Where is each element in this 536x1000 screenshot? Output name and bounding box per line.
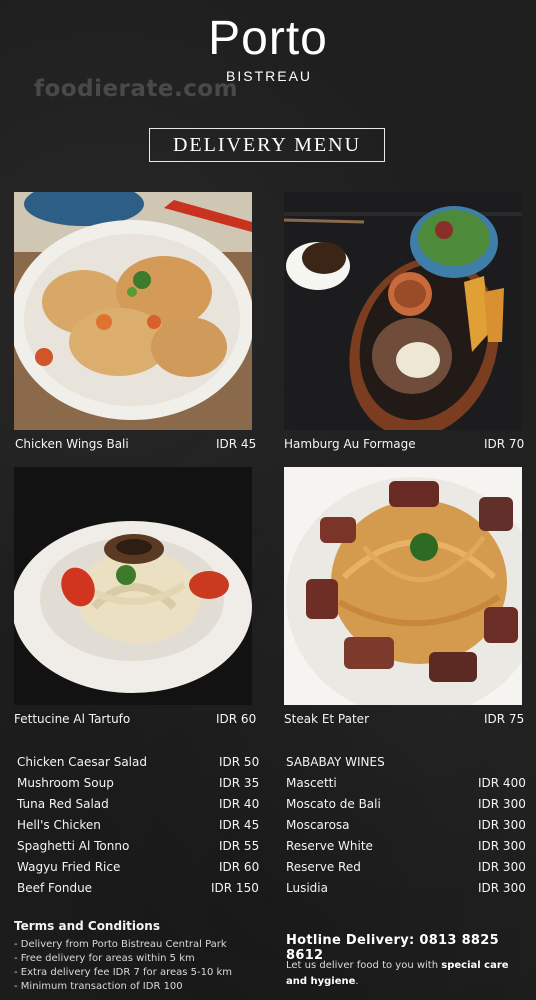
hamburg-photo [284,192,522,430]
brand-logo: Porto [0,10,536,68]
menu-item-price: IDR 45 [219,818,260,832]
brand-subtitle: BISTREAU [226,68,313,84]
featured-price-2: IDR 70 [484,437,525,451]
delivery-tagline: Let us deliver food to you with special … [286,958,531,990]
terms-line: - Minimum transaction of IDR 100 [14,981,183,992]
featured-price-1: IDR 45 [216,437,257,451]
menu-item-price: IDR 60 [219,860,260,874]
wine-price: IDR 300 [478,881,526,895]
menu-item-name: Wagyu Fried Rice [17,860,121,874]
featured-price-4: IDR 75 [484,712,525,726]
terms-line: - Extra delivery fee IDR 7 for areas 5-1… [14,967,233,978]
wine-name: Mascetti [286,776,337,790]
brand-name: Porto [208,12,328,65]
featured-name-4: Steak Et Pater [284,712,369,726]
menu-item-name: Beef Fondue [17,881,93,895]
menu-title: DELIVERY MENU [149,128,385,162]
tagline-end: . [355,976,359,987]
wine-name: Reserve Red [286,860,361,874]
wine-name: Reserve White [286,839,373,853]
steak-pasta-photo [284,467,522,705]
terms-line: - Delivery from Porto Bistreau Central P… [14,939,227,950]
wines-heading: SABABAY WINES [286,755,385,769]
terms-title: Terms and Conditions [14,919,160,933]
featured-price-3: IDR 60 [216,712,257,726]
menu-item-price: IDR 150 [211,881,259,895]
menu-item-price: IDR 55 [219,839,260,853]
chicken-wings-photo [14,192,252,430]
menu-item-name: Tuna Red Salad [17,797,109,811]
menu-item-name: Spaghetti Al Tonno [17,839,130,853]
menu-item-name: Hell's Chicken [17,818,101,832]
featured-name-3: Fettucine Al Tartufo [14,712,131,726]
menu-item-name: Mushroom Soup [17,776,114,790]
wine-name: Moscato de Bali [286,797,381,811]
menu-item-price: IDR 35 [219,776,260,790]
featured-name-2: Hamburg Au Formage [284,437,416,451]
watermark: foodierate.com [34,76,239,102]
menu-item-price: IDR 50 [219,755,260,769]
wine-price: IDR 300 [478,797,526,811]
tagline-text: Let us deliver food to you with [286,960,442,971]
wine-name: Lusidia [286,881,328,895]
wine-price: IDR 300 [478,818,526,832]
fettucine-photo [14,467,252,705]
terms-line: - Free delivery for areas within 5 km [14,953,195,964]
menu-item-price: IDR 40 [219,797,260,811]
wine-price: IDR 300 [478,839,526,853]
wine-name: Moscarosa [286,818,350,832]
wine-price: IDR 400 [478,776,526,790]
wine-price: IDR 300 [478,860,526,874]
featured-name-1: Chicken Wings Bali [15,437,129,451]
menu-item-name: Chicken Caesar Salad [17,755,147,769]
